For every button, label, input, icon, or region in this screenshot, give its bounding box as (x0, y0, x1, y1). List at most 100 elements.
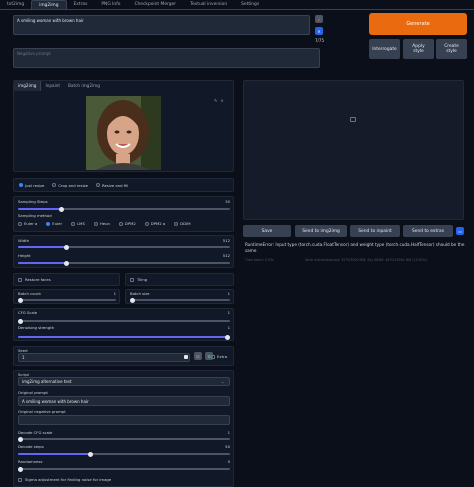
sampling-method-option[interactable]: LMS (71, 221, 85, 226)
tab-textual-inversion[interactable]: Textual inversion (183, 0, 234, 9)
tab-extras[interactable]: Extras (67, 0, 95, 9)
decode-steps-slider[interactable] (18, 451, 230, 457)
sampling-method-option[interactable]: DDIM (174, 221, 191, 226)
close-icon[interactable]: × (220, 98, 223, 104)
batch-count-value: 1 (113, 291, 116, 296)
resize-option-just-resize[interactable]: Just resize (19, 183, 44, 188)
main-tabs: txt2img img2img Extras PNG Info Checkpoi… (0, 0, 474, 9)
paste-icon[interactable]: ↙ (315, 15, 323, 23)
restore-faces-label: Restore faces (25, 277, 51, 282)
radio-icon (71, 221, 76, 226)
resize-option-crop[interactable]: Crop and resize (52, 183, 88, 188)
radio-icon (18, 221, 22, 226)
script-value: img2img alternative test (22, 379, 72, 384)
chevron-down-icon: ⌄ (221, 379, 225, 384)
tab-png-info[interactable]: PNG Info (94, 0, 127, 9)
extra-label: Extra (217, 354, 228, 359)
seed-spinner-icon[interactable] (184, 355, 188, 359)
send-to-extras-button[interactable]: Send to extras (403, 225, 453, 237)
interrogate-button[interactable]: Interrogate (369, 39, 400, 59)
sampling-method-option[interactable]: Euler (46, 221, 62, 226)
subtab-inpaint[interactable]: Inpaint (41, 81, 64, 91)
resize-option-fill[interactable]: Resize and fill (96, 183, 128, 188)
batch-count-label: Batch count (18, 291, 41, 296)
sampling-method-label: Sampling method (18, 213, 52, 218)
height-slider[interactable] (18, 260, 230, 266)
generate-button[interactable]: Generate (369, 13, 467, 35)
tab-txt2img[interactable]: txt2img (0, 0, 31, 9)
width-slider[interactable] (18, 244, 230, 250)
apply-style-button[interactable]: Apply style (403, 39, 434, 59)
tab-settings[interactable]: Settings (234, 0, 266, 9)
size-panel: Width 512 Height 512 (13, 235, 234, 268)
restore-faces-checkbox[interactable]: Restore faces (13, 273, 120, 286)
sampling-method-option[interactable]: Heun (93, 221, 110, 226)
cfg-value: 1 (227, 310, 230, 315)
resize-option-label: Resize and fill (102, 182, 129, 188)
sampling-method-group: Euler a Euler LMS Heun DPM2 DPM2 a DDIM (18, 221, 233, 226)
resize-option-label: Crop and resize (58, 182, 88, 188)
original-prompt-input[interactable]: A smiling woman with brown hair (18, 396, 230, 406)
height-label: Height (18, 253, 31, 258)
batch-size-slider[interactable] (130, 297, 230, 303)
decode-cfg-value: 1 (227, 430, 230, 435)
subtab-batch[interactable]: Batch img2img (64, 81, 104, 91)
sampling-steps-slider[interactable] (18, 206, 230, 212)
sampling-panel: Sampling Steps 30 Sampling method Euler … (13, 196, 234, 232)
save-button[interactable]: Save (243, 225, 291, 237)
denoising-label: Denoising strength (18, 325, 55, 330)
sampling-method-label: DPM2 a (150, 221, 166, 226)
portrait-image (86, 96, 161, 170)
script-select[interactable]: img2img alternative test (18, 377, 230, 386)
seed-value: 1 (22, 355, 25, 360)
checkbox-icon (130, 277, 134, 282)
sampling-method-option[interactable]: Euler a (18, 221, 37, 226)
seed-input[interactable]: 1 (18, 353, 190, 362)
denoising-value: 1 (227, 325, 230, 330)
checkbox-icon (211, 354, 215, 359)
sampling-method-label: Euler (52, 221, 63, 226)
sampling-method-label: LMS (77, 221, 85, 226)
sigma-checkbox[interactable]: Sigma adjustment for finding noise for i… (18, 477, 111, 482)
decode-cfg-slider[interactable] (18, 436, 230, 442)
cfg-panel: CFG Scale 1 Denoising strength 1 (13, 308, 234, 341)
send-to-img2img-button[interactable]: Send to img2img (295, 225, 347, 237)
tab-checkpoint-merger[interactable]: Checkpoint Merger (127, 0, 183, 9)
extra-checkbox[interactable]: Extra (211, 354, 227, 359)
tab-img2img[interactable]: img2img (31, 0, 67, 9)
radio-icon (93, 221, 98, 226)
image-toolbar: ✎ × (214, 98, 228, 104)
batch-count-panel: Batch count 1 (13, 289, 120, 304)
create-style-button[interactable]: Create style (436, 39, 467, 59)
radio-icon (118, 221, 123, 226)
decode-steps-value: 50 (225, 444, 230, 449)
sampling-steps-value: 30 (225, 199, 230, 204)
denoising-slider[interactable] (18, 334, 230, 340)
send-to-inpaint-button[interactable]: Send to inpaint (350, 225, 400, 237)
batch-count-slider[interactable] (18, 297, 116, 303)
folder-icon[interactable]: ▭ (456, 227, 464, 235)
error-message: RuntimeError: Input type (torch.cuda.Flo… (245, 242, 465, 253)
checkbox-icon (18, 477, 22, 482)
cfg-slider[interactable] (18, 318, 230, 324)
sampling-method-option[interactable]: DPM2 (118, 221, 136, 226)
randomness-value: 0 (227, 459, 230, 464)
subtab-img2img[interactable]: img2img (14, 81, 42, 91)
radio-icon (52, 183, 57, 187)
batch-size-panel: Batch size 1 (125, 289, 234, 304)
input-image[interactable] (86, 96, 161, 170)
clear-icon[interactable]: ✕ (315, 27, 323, 35)
negative-prompt-input[interactable]: Negative prompt (13, 48, 320, 68)
script-panel: Script img2img alternative test ⌄ Origin… (13, 370, 234, 487)
image-placeholder-icon (350, 117, 356, 122)
sampling-method-option[interactable]: DPM2 a (144, 221, 166, 226)
tiling-label: Tiling (137, 277, 148, 282)
original-negative-input[interactable] (18, 415, 230, 425)
tiling-checkbox[interactable]: Tiling (125, 273, 234, 286)
edit-icon[interactable]: ✎ (214, 98, 217, 104)
dice-icon[interactable]: ⚄ (194, 352, 202, 360)
prompt-input[interactable]: A smiling woman with brown hair (13, 15, 310, 35)
original-negative-label: Original negative prompt (18, 409, 66, 414)
randomness-slider[interactable] (18, 466, 230, 472)
resize-mode-group: Just resize Crop and resize Resize and f… (13, 178, 234, 192)
